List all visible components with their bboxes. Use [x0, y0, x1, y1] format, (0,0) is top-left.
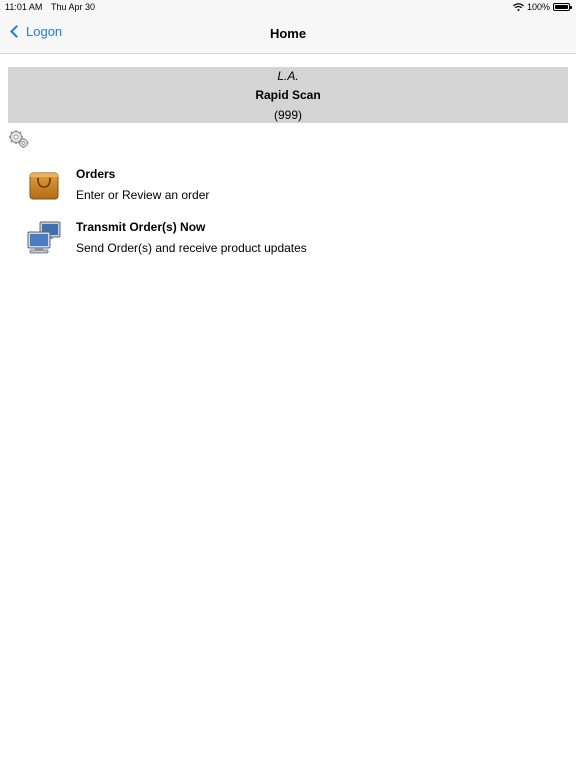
store-location: L.A. — [277, 69, 299, 83]
status-time: 11:01 AM — [5, 2, 43, 12]
menu-item-title: Orders — [76, 167, 116, 181]
store-number: (999) — [273, 108, 302, 122]
shopping-bag-icon — [29, 172, 59, 200]
battery-percentage: 100% — [526, 2, 550, 12]
settings-gears-icon[interactable] — [8, 129, 30, 149]
network-computers-icon — [27, 221, 61, 254]
wifi-icon — [513, 3, 524, 11]
menu-item-orders[interactable]: Orders Enter or Review an order — [0, 163, 576, 211]
battery-icon — [553, 3, 572, 11]
status-bar: 11:01 AM Thu Apr 30 100% — [0, 0, 576, 14]
menu-item-subtitle: Enter or Review an order — [76, 188, 210, 202]
menu-item-transmit[interactable]: Transmit Order(s) Now Send Order(s) and … — [0, 216, 576, 264]
menu-item-title: Transmit Order(s) Now — [76, 220, 206, 234]
page-title: Home — [269, 26, 307, 41]
store-name: Rapid Scan — [255, 88, 321, 102]
navigation-bar: Logon Home — [0, 14, 576, 54]
status-date: Thu Apr 30 — [51, 2, 96, 12]
store-banner: L.A. Rapid Scan (999) — [8, 67, 568, 123]
status-indicators: 100% — [513, 2, 572, 12]
menu-item-subtitle: Send Order(s) and receive product update… — [76, 241, 307, 255]
